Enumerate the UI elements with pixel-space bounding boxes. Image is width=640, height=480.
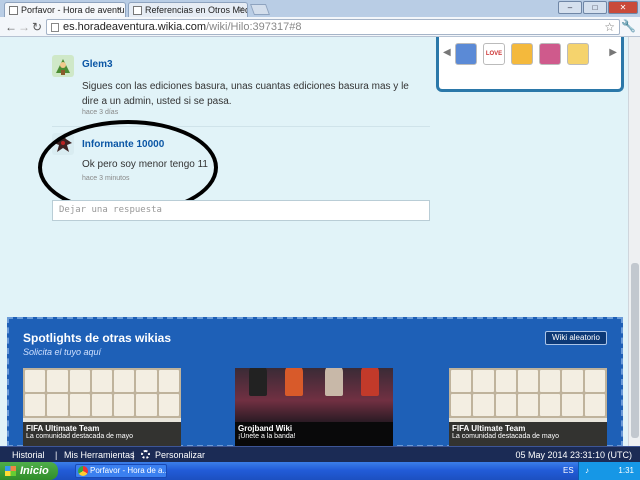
spotlights-title: Spotlights de otras wikias [23, 331, 172, 345]
url-domain: es.horadeaventura.wikia.com [63, 21, 207, 33]
gear-icon[interactable] [141, 450, 150, 459]
avatar[interactable] [52, 55, 74, 77]
bookmark-star-icon[interactable]: ☆ [604, 20, 615, 34]
close-tab-icon[interactable]: × [117, 4, 122, 14]
windows-taskbar: Inicio Porfavor - Hora de a... ES ♪ 1:31 [0, 462, 640, 480]
card-subtitle: La comunidad destacada de mayo [26, 433, 134, 440]
mis-herramientas-link[interactable]: Mis Herramientas [64, 450, 135, 460]
wikia-toolbar: Historial | Mis Herramientas | Personali… [0, 446, 640, 462]
spotlight-card[interactable]: FIFA Ultimate Team La comunidad destacad… [449, 368, 607, 446]
wiki-thumb[interactable] [455, 43, 477, 65]
close-tab-icon[interactable]: × [239, 4, 244, 14]
tab-referencias[interactable]: Referencias en Otros Medios × [128, 2, 248, 17]
reply-input[interactable]: Dejar una respuesta [52, 200, 430, 221]
spotlights-request-link[interactable]: Solicita el tuyo aquí [23, 347, 101, 357]
system-tray: ES ♪ 1:31 [563, 462, 640, 480]
page-favicon-icon [133, 6, 142, 15]
wrench-icon[interactable]: 🔧 [621, 19, 636, 33]
language-indicator[interactable]: ES [563, 466, 574, 475]
card-title: FIFA Ultimate Team [26, 424, 100, 433]
start-label: Inicio [20, 465, 49, 477]
windows-logo-icon [5, 466, 16, 476]
vertical-scrollbar[interactable] [628, 37, 640, 446]
card-caption: FIFA Ultimate Team La comunidad destacad… [449, 422, 607, 446]
forward-icon[interactable]: → [18, 20, 30, 34]
scroll-thumb[interactable] [631, 263, 639, 438]
close-window-button[interactable]: ✕ [608, 1, 638, 14]
card-title: Grojband Wiki [238, 424, 293, 433]
reload-icon[interactable]: ↻ [32, 20, 42, 34]
minimize-button[interactable]: – [558, 1, 582, 14]
spotlight-card[interactable]: FIFA Ultimate Team La comunidad destacad… [23, 368, 181, 446]
tab-title: Referencias en Otros Medios [145, 5, 247, 15]
address-bar[interactable]: es.horadeaventura.wikia.com/wiki/Hilo:39… [46, 19, 620, 35]
window-controls: – □ ✕ [558, 1, 638, 14]
related-wikis-box: ◀ LOVE ▶ [436, 37, 624, 92]
wiki-thumb[interactable] [567, 43, 589, 65]
browser-toolbar: ← → ↻ es.horadeaventura.wikia.com/wiki/H… [0, 17, 640, 37]
volume-icon[interactable]: ♪ [585, 466, 589, 475]
tools-separator: | [55, 450, 58, 460]
wiki-thumb[interactable] [511, 43, 533, 65]
start-button[interactable]: Inicio [0, 462, 58, 480]
taskbar-item-chrome[interactable]: Porfavor - Hora de a... [75, 464, 167, 478]
spotlights-section: Spotlights de otras wikias Solicita el t… [7, 317, 623, 446]
card-image [449, 368, 607, 418]
card-subtitle: ¡Únete a la banda! [238, 433, 296, 440]
scroll-right-icon[interactable]: ▶ [609, 47, 617, 58]
historial-link[interactable]: Historial [12, 450, 45, 460]
card-caption: FIFA Ultimate Team La comunidad destacad… [23, 422, 181, 446]
comment-glem3: Glem3 Sigues con las ediciones basura, u… [52, 46, 430, 118]
tab-porfavor[interactable]: Porfavor - Hora de aventura × [4, 2, 126, 17]
spotlight-card[interactable]: Grojband Wiki ¡Únete a la banda! [235, 368, 393, 446]
new-tab-button[interactable] [249, 4, 271, 15]
card-image [23, 368, 181, 418]
maximize-button[interactable]: □ [583, 1, 607, 14]
card-title: FIFA Ultimate Team [452, 424, 526, 433]
wiki-thumb[interactable]: LOVE [483, 43, 505, 65]
back-icon[interactable]: ← [5, 20, 17, 34]
comment-time[interactable]: hace 3 días [82, 109, 118, 116]
card-caption: Grojband Wiki ¡Únete a la banda! [235, 422, 393, 446]
comment-text: Sigues con las ediciones basura, unas cu… [82, 81, 409, 107]
tab-title: Porfavor - Hora de aventura [21, 5, 126, 15]
url-path: /wiki/Hilo:397317#8 [206, 21, 302, 33]
personalizar-link[interactable]: Personalizar [155, 450, 205, 460]
wiki-thumb[interactable] [539, 43, 561, 65]
scroll-left-icon[interactable]: ◀ [443, 47, 451, 58]
thumb-strip: LOVE [455, 43, 589, 65]
comment-author[interactable]: Glem3 [82, 59, 113, 70]
tab-strip: Porfavor - Hora de aventura × Referencia… [0, 0, 640, 17]
server-datetime: 05 May 2014 23:31:10 (UTC) [515, 450, 632, 460]
clock[interactable]: 1:31 [618, 466, 634, 475]
random-wiki-button[interactable]: Wiki aleatorio [544, 331, 607, 345]
page-favicon-icon [9, 6, 18, 15]
chrome-icon [78, 466, 88, 476]
taskbar-item-label: Porfavor - Hora de a... [90, 466, 167, 475]
tools-separator: | [132, 450, 135, 460]
card-image [235, 368, 393, 422]
card-subtitle: La comunidad destacada de mayo [452, 433, 560, 440]
page-content: Glem3 Sigues con las ediciones basura, u… [0, 37, 628, 446]
page-icon [51, 23, 59, 32]
